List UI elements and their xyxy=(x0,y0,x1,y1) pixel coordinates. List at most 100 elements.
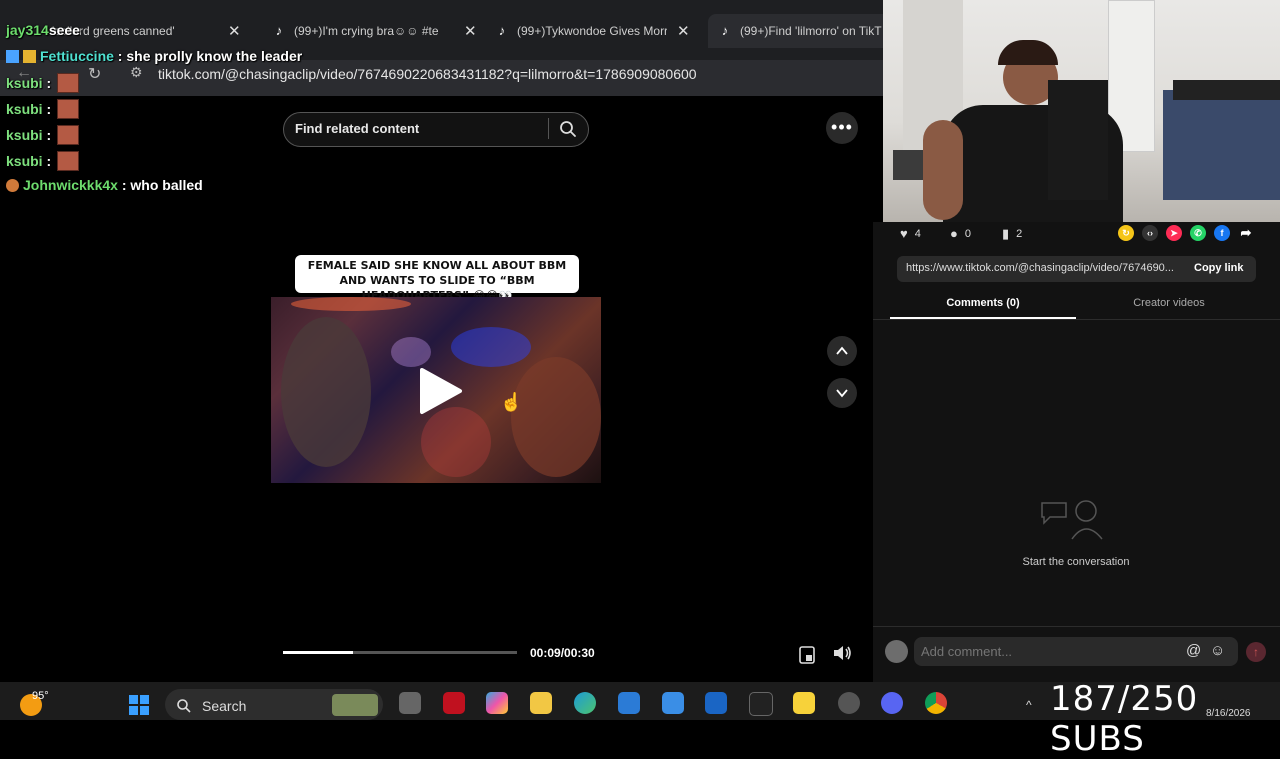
browser-tab-active[interactable]: ♪ (99+)Find 'lilmorro' on TikT xyxy=(708,14,893,48)
tiktok-icon: ♪ xyxy=(721,23,729,38)
whatsapp-icon[interactable]: ✆ xyxy=(1190,225,1206,241)
chat-message: jay314 seee xyxy=(6,22,80,38)
chat-username: ksubi xyxy=(6,127,43,143)
tiktok-icon: ♪ xyxy=(275,23,283,38)
chat-username: Fettiuccine xyxy=(40,48,114,64)
facebook-icon[interactable]: f xyxy=(1214,225,1230,241)
chat-text: who balled xyxy=(130,177,203,193)
chat-message: ksubi : xyxy=(6,99,80,119)
outlook-icon[interactable] xyxy=(705,692,727,714)
close-icon[interactable]: ✕ xyxy=(228,22,241,40)
empty-comments-icon xyxy=(1041,500,1103,540)
send-button[interactable]: ↑ xyxy=(1246,642,1266,662)
app-icon[interactable] xyxy=(838,692,860,714)
share-link-text[interactable]: https://www.tiktok.com/@chasingaclip/vid… xyxy=(906,262,1178,274)
copy-link-button[interactable]: Copy link xyxy=(1194,262,1244,274)
search-icon xyxy=(177,699,191,713)
mini-player-icon[interactable] xyxy=(795,643,819,667)
volume-icon[interactable] xyxy=(830,641,854,665)
chat-username: ksubi xyxy=(6,153,43,169)
next-video-button[interactable] xyxy=(827,378,857,408)
taskbar-date: 8/16/2026 xyxy=(1206,708,1251,719)
crown-icon xyxy=(23,49,36,63)
send-to-friends-icon[interactable]: ➤ xyxy=(1166,225,1182,241)
tab-label: (99+)Find 'lilmorro' on TikT xyxy=(740,24,882,38)
save-count: 2 xyxy=(1016,228,1023,240)
search-icon[interactable] xyxy=(558,119,578,139)
comment-stat[interactable]: ● 0 xyxy=(950,226,971,241)
empty-state-text: Start the conversation xyxy=(1022,556,1130,568)
emoji-icon[interactable]: ☺ xyxy=(1210,642,1225,659)
file-explorer-icon[interactable] xyxy=(530,692,552,714)
mouse-cursor-icon: ☝ xyxy=(500,392,523,412)
call-of-duty-icon[interactable] xyxy=(749,692,773,716)
emote-icon xyxy=(57,99,80,119)
chat-username: ksubi xyxy=(6,101,43,117)
url-field[interactable]: tiktok.com/@chasingaclip/video/767469022… xyxy=(158,66,697,82)
webcam-overlay xyxy=(883,0,1280,222)
tab-creator-videos[interactable]: Creator videos xyxy=(1076,297,1262,309)
mcafee-icon[interactable] xyxy=(443,692,465,714)
discord-icon[interactable] xyxy=(881,692,903,714)
time-display: 00:09/00:30 xyxy=(530,646,595,660)
taskbar-search-label: Search xyxy=(202,698,247,714)
mention-icon[interactable]: @ xyxy=(1186,642,1201,659)
chat-text: seee xyxy=(48,22,80,38)
chat-message: ksubi : xyxy=(6,73,80,93)
comments-panel xyxy=(873,222,1280,682)
browser-tab[interactable]: ♪ (99+)I'm crying bra☺☺ #te ✕ xyxy=(272,14,477,48)
app-icon[interactable] xyxy=(662,692,684,714)
bookmark-icon: ▮ xyxy=(1002,226,1010,241)
progress-fill xyxy=(283,651,354,654)
previous-video-button[interactable] xyxy=(827,336,857,366)
avatar xyxy=(885,640,908,663)
heart-icon: ♥ xyxy=(900,226,908,241)
chat-text: she prolly know the leader xyxy=(126,48,303,64)
chrome-icon[interactable] xyxy=(925,692,947,714)
video-caption: FEMALE SAID SHE KNOW ALL ABOUT BBM AND W… xyxy=(295,255,579,302)
emote-icon xyxy=(57,73,80,93)
chevron-up-icon[interactable]: ^ xyxy=(1026,698,1032,712)
chevron-up-icon xyxy=(836,346,848,355)
share-arrow-icon[interactable]: ➦ xyxy=(1238,225,1254,241)
subscriber-goal-overlay: 187/250 SUBS xyxy=(1050,679,1199,759)
search-divider xyxy=(548,118,549,139)
emote-icon xyxy=(57,125,80,145)
close-icon[interactable]: ✕ xyxy=(677,22,690,40)
emote-icon xyxy=(57,151,80,171)
embed-icon[interactable]: ‹› xyxy=(1142,225,1158,241)
save-stat[interactable]: ▮ 2 xyxy=(1002,226,1022,242)
more-options-button[interactable]: ••• xyxy=(826,112,858,144)
comment-input[interactable] xyxy=(921,644,1171,659)
close-icon[interactable]: ✕ xyxy=(464,22,477,40)
site-info-icon[interactable]: ⚙ xyxy=(130,64,143,81)
chevron-down-icon xyxy=(836,389,848,398)
badge-icon xyxy=(6,178,19,192)
chat-username: ksubi xyxy=(6,75,43,91)
tiktok-icon: ♪ xyxy=(498,23,506,38)
like-stat[interactable]: ♥ 4 xyxy=(900,226,921,241)
store-icon[interactable] xyxy=(618,692,640,714)
copilot-icon[interactable] xyxy=(486,692,508,714)
windows-start-icon[interactable] xyxy=(128,694,150,716)
chat-message: ksubi : xyxy=(6,125,80,145)
play-icon[interactable] xyxy=(418,366,464,416)
comment-bubble-icon: ● xyxy=(950,226,958,241)
browser-tab[interactable]: 'collard greens canned' ✕ xyxy=(52,14,241,48)
search-input[interactable]: Find related content xyxy=(295,121,419,136)
progress-bar[interactable] xyxy=(283,651,517,654)
task-view-icon[interactable] xyxy=(399,692,421,714)
edge-icon[interactable] xyxy=(574,692,596,714)
reload-icon[interactable]: ↻ xyxy=(88,64,101,84)
chat-message: Johnwickkk4x : who balled xyxy=(6,177,203,193)
badge-icon xyxy=(6,49,19,63)
repost-icon[interactable]: ↻ xyxy=(1118,225,1134,241)
tab-comments[interactable]: Comments (0) xyxy=(890,297,1076,309)
sticky-notes-icon[interactable] xyxy=(793,692,815,714)
browser-tab[interactable]: ♪ (99+)Tykwondoe Gives Morr ✕ xyxy=(495,14,690,48)
chat-message: Fettiuccine : she prolly know the leader xyxy=(6,48,302,64)
comment-count: 0 xyxy=(964,227,971,240)
chat-username: Johnwickkk4x xyxy=(23,177,118,193)
comment-divider xyxy=(873,626,1280,627)
chat-username: jay314 xyxy=(6,22,49,38)
